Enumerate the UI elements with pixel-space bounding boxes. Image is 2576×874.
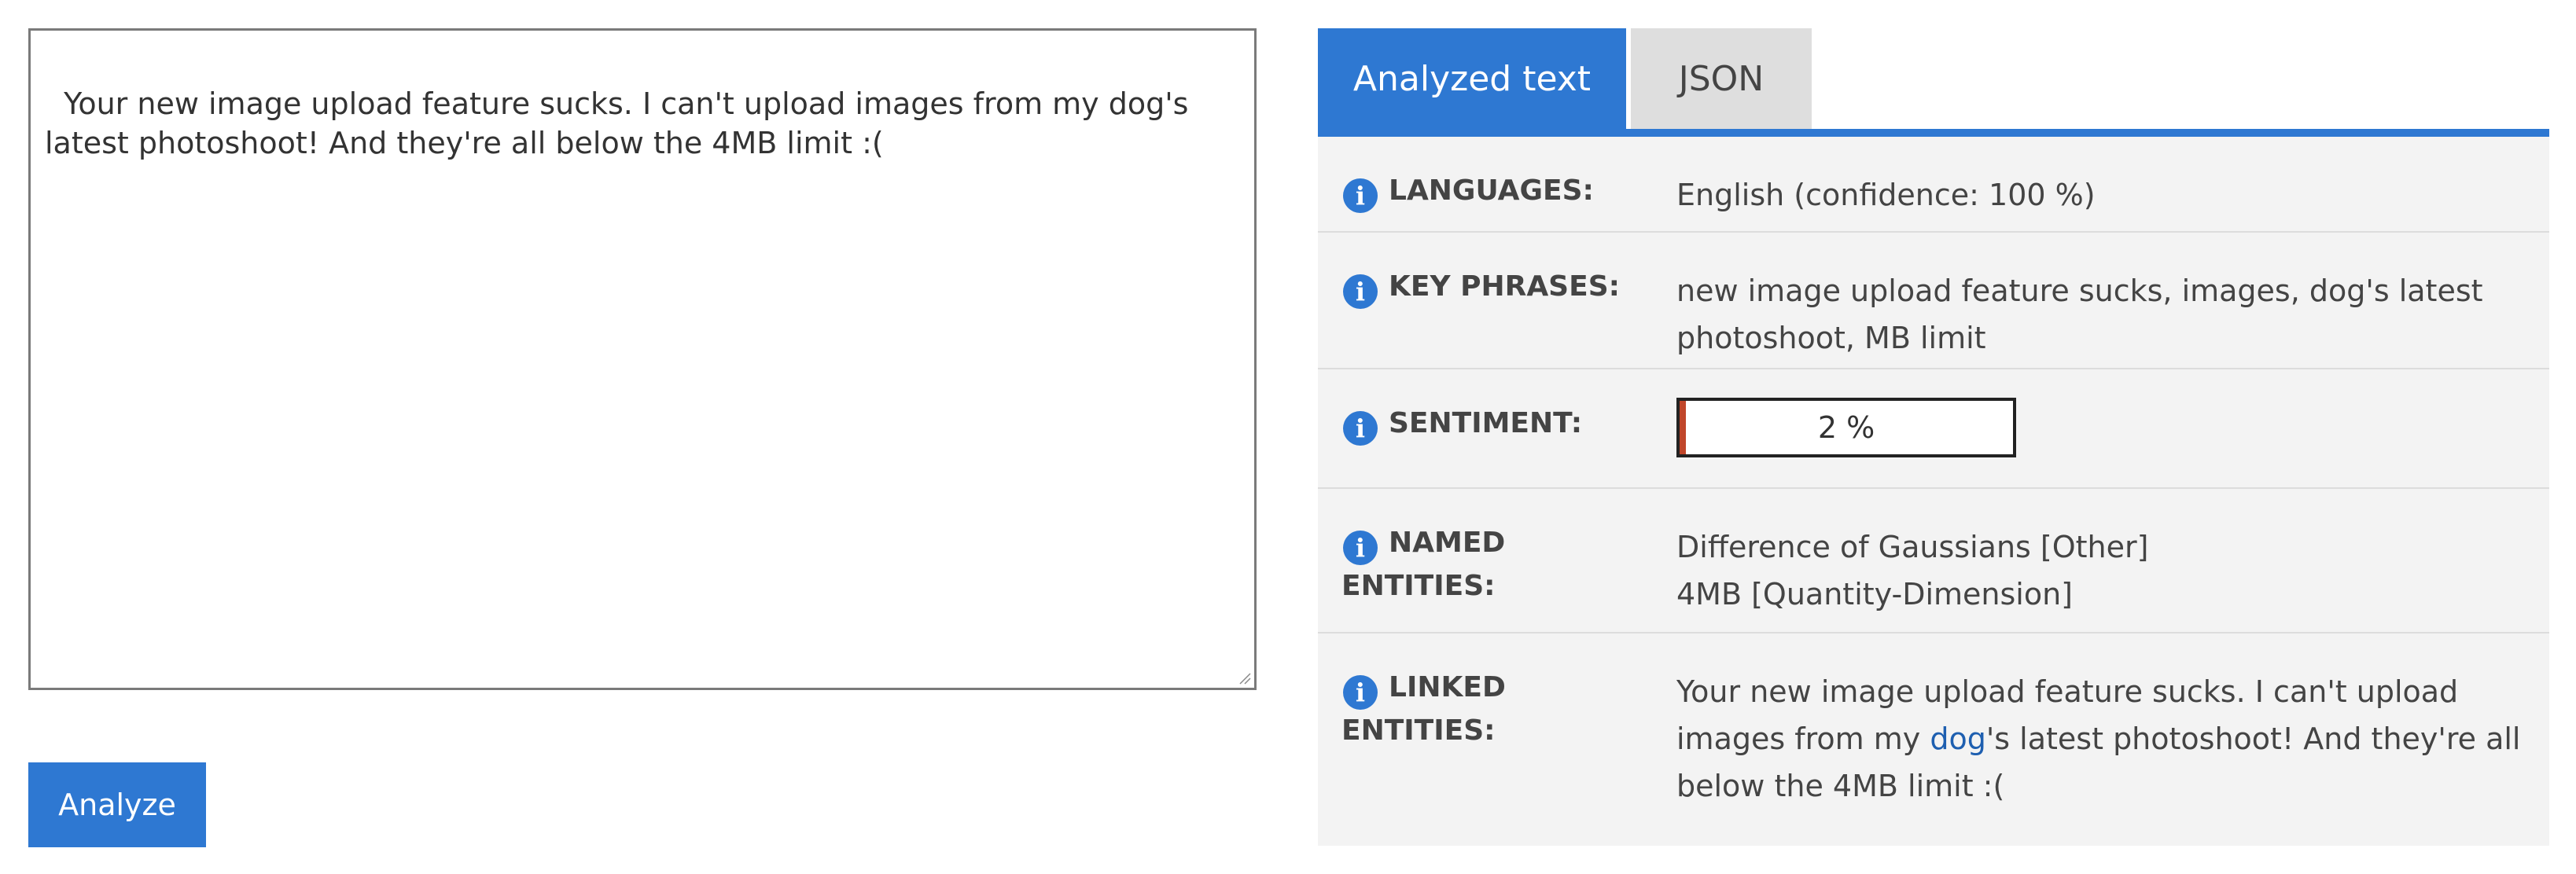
tab-bar: Analyzed text JSON: [1318, 28, 2549, 137]
key-phrases-label-group: i KEY PHRASES:: [1341, 266, 1656, 309]
linked-entity-link[interactable]: dog: [1930, 722, 1986, 756]
row-key-phrases: i KEY PHRASES: new image upload feature s…: [1318, 233, 2549, 369]
row-languages: i LANGUAGES: English (confidence: 100 %): [1318, 137, 2549, 233]
text-input-value: Your new image upload feature sucks. I c…: [45, 86, 1198, 160]
tab-underline: [1318, 129, 2549, 137]
results-panel: Analyzed text JSON i LANGUAGES: English (…: [1318, 28, 2549, 846]
row-named-entities: i NAMED ENTITIES: Difference of Gaussians…: [1318, 489, 2549, 633]
sentiment-value: 2 %: [1817, 410, 1875, 445]
named-entity-item: Difference of Gaussians [Other]: [1676, 530, 2149, 564]
row-sentiment: i SENTIMENT: 2 %: [1318, 369, 2549, 489]
linked-entities-value: Your new image upload feature sucks. I c…: [1676, 668, 2534, 810]
tab-json[interactable]: JSON: [1631, 28, 1812, 129]
languages-label-group: i LANGUAGES:: [1341, 170, 1656, 213]
row-linked-entities: i LINKED ENTITIES: Your new image upload …: [1318, 633, 2549, 846]
sentiment-bar: 2 %: [1676, 398, 2016, 457]
sentiment-label: SENTIMENT:: [1389, 407, 1583, 439]
info-icon[interactable]: i: [1343, 675, 1378, 710]
analysis-panel: i LANGUAGES: English (confidence: 100 %) …: [1318, 137, 2549, 846]
key-phrases-value: new image upload feature sucks, images, …: [1676, 274, 2483, 355]
named-entities-label-group: i NAMED ENTITIES:: [1341, 522, 1625, 608]
named-entities-list: Difference of Gaussians [Other] 4MB [Qua…: [1676, 523, 2534, 618]
info-icon[interactable]: i: [1343, 274, 1378, 309]
analyze-button[interactable]: Analyze: [28, 762, 206, 847]
linked-entities-label-group: i LINKED ENTITIES:: [1341, 667, 1656, 752]
info-icon[interactable]: i: [1343, 178, 1378, 213]
languages-value: English (confidence: 100 %): [1676, 178, 2096, 212]
sentiment-label-group: i SENTIMENT:: [1341, 402, 1656, 446]
text-input[interactable]: Your new image upload feature sucks. I c…: [28, 28, 1257, 690]
info-icon[interactable]: i: [1343, 411, 1378, 446]
named-entity-item: 4MB [Quantity-Dimension]: [1676, 577, 2074, 611]
info-icon[interactable]: i: [1343, 531, 1378, 565]
tab-analyzed-text[interactable]: Analyzed text: [1318, 28, 1626, 129]
languages-label: LANGUAGES:: [1389, 174, 1594, 207]
key-phrases-label: KEY PHRASES:: [1389, 270, 1621, 303]
resize-grip-icon[interactable]: [1238, 672, 1251, 685]
